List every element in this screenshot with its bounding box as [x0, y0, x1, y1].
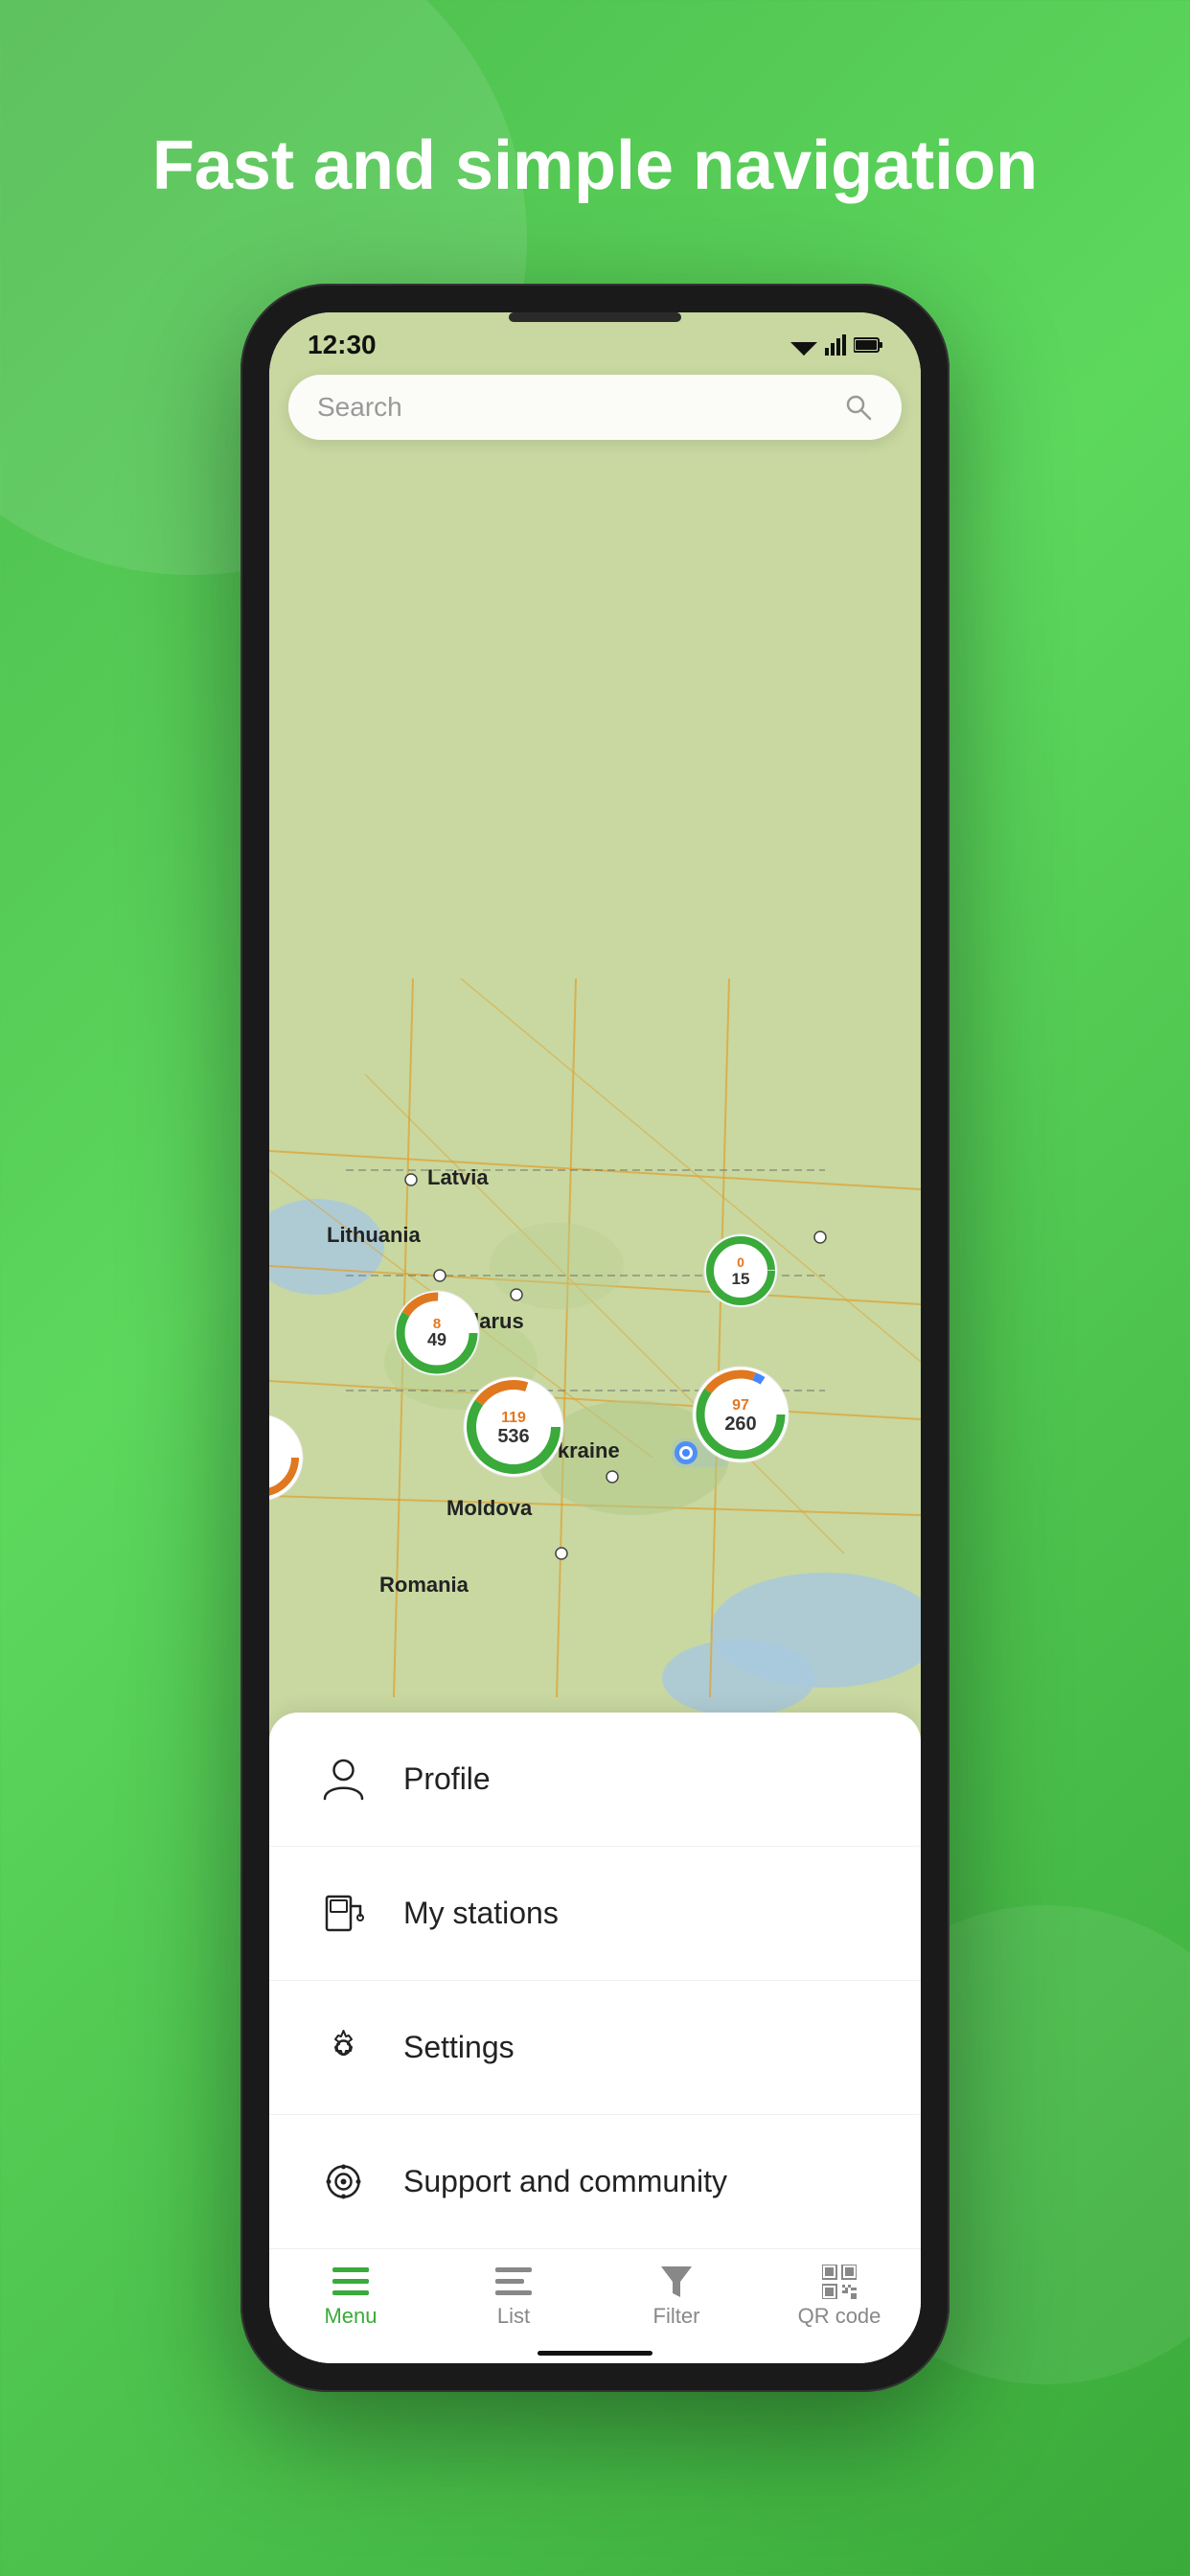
svg-text:15: 15: [732, 1270, 750, 1288]
phone-screen: 12:30: [269, 312, 921, 2363]
svg-text:97: 97: [732, 1397, 749, 1414]
menu-item-settings[interactable]: Settings: [269, 1981, 921, 2115]
menu-item-profile[interactable]: Profile: [269, 1713, 921, 1847]
svg-text:536: 536: [497, 1426, 529, 1447]
nav-item-filter[interactable]: Filter: [595, 2265, 758, 2329]
signal-icon: [825, 334, 846, 356]
svg-text:Lithuania: Lithuania: [327, 1223, 422, 1247]
list-nav-label: List: [497, 2304, 530, 2329]
menu-item-support[interactable]: Support and community: [269, 2115, 921, 2248]
status-bar: 12:30: [269, 312, 921, 370]
nav-item-qrcode[interactable]: QR code: [758, 2265, 921, 2329]
search-bar[interactable]: Search: [288, 375, 902, 440]
svg-text:49: 49: [427, 1330, 446, 1349]
wifi-icon: [790, 334, 817, 356]
gas-station-icon: [317, 1887, 370, 1940]
menu-item-my-stations[interactable]: My stations: [269, 1847, 921, 1981]
community-icon: [317, 2155, 370, 2208]
support-label: Support and community: [403, 2164, 727, 2199]
filter-nav-icon: [657, 2265, 696, 2298]
bottom-sheet: Profile My stations Setting: [269, 1713, 921, 2248]
qrcode-nav-icon: [820, 2265, 858, 2298]
bottom-nav: Menu List: [269, 2248, 921, 2363]
menu-nav-icon: [332, 2265, 370, 2298]
search-placeholder: Search: [317, 392, 830, 423]
profile-label: Profile: [403, 1761, 491, 1797]
battery-icon: [854, 336, 882, 354]
nav-item-list[interactable]: List: [432, 2265, 595, 2329]
qrcode-nav-label: QR code: [798, 2304, 881, 2329]
svg-text:0: 0: [737, 1254, 744, 1270]
person-icon: [317, 1753, 370, 1806]
svg-text:119: 119: [501, 1410, 526, 1426]
filter-nav-label: Filter: [653, 2304, 700, 2329]
my-stations-label: My stations: [403, 1896, 559, 1931]
search-icon: [844, 393, 873, 422]
gear-icon: [317, 2021, 370, 2074]
svg-text:Romania: Romania: [379, 1573, 469, 1597]
page-title: Fast and simple navigation: [152, 125, 1038, 207]
phone-frame: 12:30: [240, 284, 950, 2392]
settings-label: Settings: [403, 2030, 515, 2065]
svg-text:Latvia: Latvia: [427, 1165, 489, 1189]
svg-text:260: 260: [724, 1414, 756, 1435]
list-nav-icon: [494, 2265, 533, 2298]
menu-nav-label: Menu: [324, 2304, 377, 2329]
status-icons: [790, 334, 882, 356]
svg-text:Moldova: Moldova: [446, 1496, 533, 1520]
home-indicator: [538, 2351, 652, 2356]
status-time: 12:30: [308, 330, 377, 360]
nav-item-menu[interactable]: Menu: [269, 2265, 432, 2329]
